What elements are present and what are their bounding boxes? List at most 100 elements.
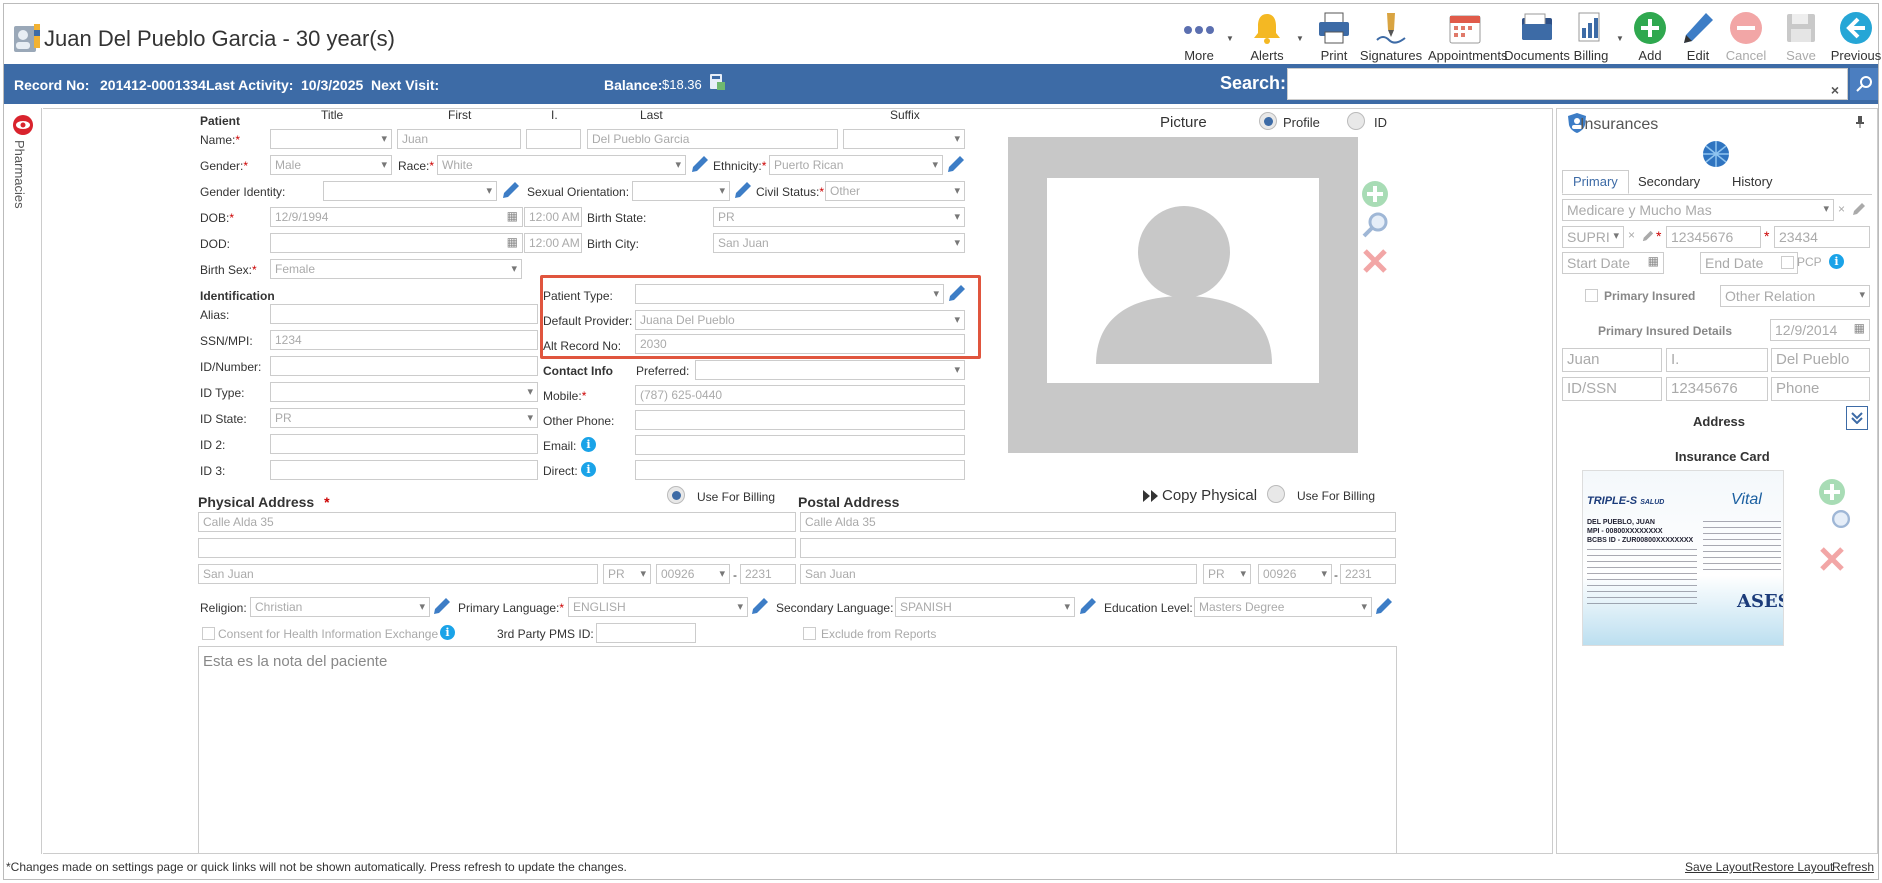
address-expand-button[interactable]	[1846, 406, 1868, 430]
id-state-select[interactable]: PR	[270, 408, 538, 428]
insurance-plan-select[interactable]: Medicare y Mucho Mas	[1562, 199, 1834, 221]
add-photo-icon[interactable]	[1361, 180, 1389, 208]
id-radio[interactable]	[1347, 112, 1365, 130]
exclude-reports-checkbox[interactable]	[803, 627, 816, 640]
dob-time-input[interactable]: 12:00 AM	[524, 207, 582, 227]
search-button[interactable]	[1850, 68, 1878, 100]
third-party-pms-input[interactable]	[596, 623, 696, 643]
education-level-select[interactable]: Masters Degree	[1194, 597, 1372, 617]
tab-secondary[interactable]: Secondary	[1627, 170, 1711, 194]
race-edit-pencil-icon[interactable]	[690, 154, 710, 174]
alias-input[interactable]	[270, 304, 538, 324]
postal-state-select[interactable]: PR	[1203, 564, 1251, 584]
insured-phone-input[interactable]: Phone	[1771, 377, 1870, 401]
direct-info-icon[interactable]: i	[581, 462, 596, 477]
sexual-orientation-select[interactable]	[632, 181, 730, 201]
title-select[interactable]	[270, 129, 392, 149]
sexual-orientation-edit-pencil-icon[interactable]	[733, 180, 753, 200]
suffix-select[interactable]	[843, 129, 965, 149]
email-input[interactable]	[635, 435, 965, 455]
pharmacies-tab[interactable]: Pharmacies	[12, 140, 27, 209]
search-clear-icon[interactable]: ×	[1831, 82, 1839, 98]
zoom-photo-icon[interactable]	[1361, 211, 1389, 239]
zoom-card-icon[interactable]	[1830, 508, 1852, 530]
relation-code-select[interactable]: SUPRI	[1562, 226, 1624, 248]
ethnicity-edit-pencil-icon[interactable]	[946, 154, 966, 174]
other-phone-input[interactable]	[635, 410, 965, 430]
civil-status-select[interactable]: Other	[825, 181, 965, 201]
email-info-icon[interactable]: i	[581, 437, 596, 452]
dod-time-input[interactable]: 12:00 AM	[524, 233, 582, 253]
pcp-checkbox[interactable]	[1781, 256, 1794, 269]
primary-insured-checkbox[interactable]	[1585, 289, 1598, 302]
secondary-language-select[interactable]: SPANISH	[895, 597, 1075, 617]
pin-icon[interactable]	[1855, 116, 1865, 128]
postal-line1-input[interactable]: Calle Alda 35	[800, 512, 1396, 532]
primary-language-select[interactable]: ENGLISH	[568, 597, 748, 617]
preferred-select[interactable]	[695, 360, 965, 380]
religion-select[interactable]: Christian	[250, 597, 430, 617]
religion-edit-pencil-icon[interactable]	[432, 596, 452, 616]
profile-radio[interactable]	[1259, 112, 1277, 130]
gender-identity-select[interactable]	[323, 181, 497, 201]
gender-select[interactable]: Male	[270, 155, 392, 175]
postal-city-input[interactable]: San Juan	[800, 564, 1197, 584]
physical-use-billing-radio[interactable]	[667, 486, 685, 504]
copy-physical-button[interactable]: Copy Physical	[1162, 487, 1257, 504]
primary-language-edit-pencil-icon[interactable]	[750, 596, 770, 616]
delete-card-icon[interactable]	[1818, 545, 1846, 573]
postal-line2-input[interactable]	[800, 538, 1396, 558]
pharmacies-eye-icon[interactable]	[12, 114, 34, 136]
copy-physical-icon[interactable]	[1143, 489, 1159, 503]
id-number-input[interactable]	[270, 356, 538, 376]
dob-date-input[interactable]: 12/9/1994	[270, 207, 523, 227]
last-name-input[interactable]: Del Pueblo Garcia	[587, 129, 838, 149]
id2-input[interactable]	[270, 434, 538, 454]
ethnicity-select[interactable]: Puerto Rican	[769, 155, 943, 175]
physical-city-input[interactable]: San Juan	[198, 564, 598, 584]
plan-clear-icon[interactable]: ×	[1838, 202, 1845, 216]
tab-primary[interactable]: Primary	[1562, 170, 1629, 194]
birth-sex-select[interactable]: Female	[270, 259, 522, 279]
birth-state-select[interactable]: PR	[713, 207, 965, 227]
insured-first-input[interactable]: Juan	[1562, 348, 1662, 372]
refresh-link[interactable]: Refresh	[1832, 860, 1874, 874]
alerts-button[interactable]: Alerts	[1230, 10, 1304, 64]
insured-last-input[interactable]: Del Pueblo	[1771, 348, 1870, 372]
restore-layout-link[interactable]: Restore Layout	[1752, 860, 1833, 874]
dod-date-input[interactable]	[270, 233, 523, 253]
physical-line1-input[interactable]: Calle Alda 35	[198, 512, 796, 532]
insured-id-ssn-input[interactable]: ID/SSN	[1562, 377, 1662, 401]
insured-initial-input[interactable]: I.	[1666, 348, 1768, 372]
balance-calculator-icon[interactable]	[708, 73, 726, 91]
consent-checkbox[interactable]	[202, 627, 215, 640]
plan-edit-pencil-icon[interactable]	[1852, 202, 1866, 216]
delete-photo-icon[interactable]	[1361, 247, 1389, 275]
save-layout-link[interactable]: Save Layout	[1685, 860, 1752, 874]
postal-use-billing-radio[interactable]	[1267, 485, 1285, 503]
appointments-button[interactable]: Appointments	[1428, 10, 1508, 64]
first-name-input[interactable]: Juan	[397, 129, 521, 149]
physical-zip-select[interactable]: 00926	[656, 564, 730, 584]
physical-line2-input[interactable]	[198, 538, 796, 558]
patient-notes-textarea[interactable]: Esta es la nota del paciente	[198, 646, 1397, 854]
mobile-input[interactable]: (787) 625-0440	[635, 385, 965, 405]
insurance-globe-icon[interactable]	[1702, 140, 1730, 168]
postal-zip4-input[interactable]: 2231	[1340, 564, 1396, 584]
insured-id-input[interactable]: 12345676	[1666, 377, 1768, 401]
insured-dob-input[interactable]: 12/9/2014	[1770, 319, 1870, 341]
gender-identity-edit-pencil-icon[interactable]	[501, 180, 521, 200]
ssn-input[interactable]: 1234	[270, 330, 538, 350]
id3-input[interactable]	[270, 460, 538, 480]
tab-history[interactable]: History	[1721, 170, 1783, 194]
postal-zip-select[interactable]: 00926	[1258, 564, 1332, 584]
middle-initial-input[interactable]	[526, 129, 581, 149]
birth-city-select[interactable]: San Juan	[713, 233, 965, 253]
secondary-language-edit-pencil-icon[interactable]	[1078, 596, 1098, 616]
signatures-button[interactable]: Signatures	[1354, 10, 1428, 64]
id-type-select[interactable]	[270, 382, 538, 402]
previous-button[interactable]: Previous	[1819, 10, 1882, 64]
add-card-icon[interactable]	[1818, 478, 1846, 506]
start-date-input[interactable]: Start Date	[1562, 252, 1664, 274]
direct-input[interactable]	[635, 460, 965, 480]
